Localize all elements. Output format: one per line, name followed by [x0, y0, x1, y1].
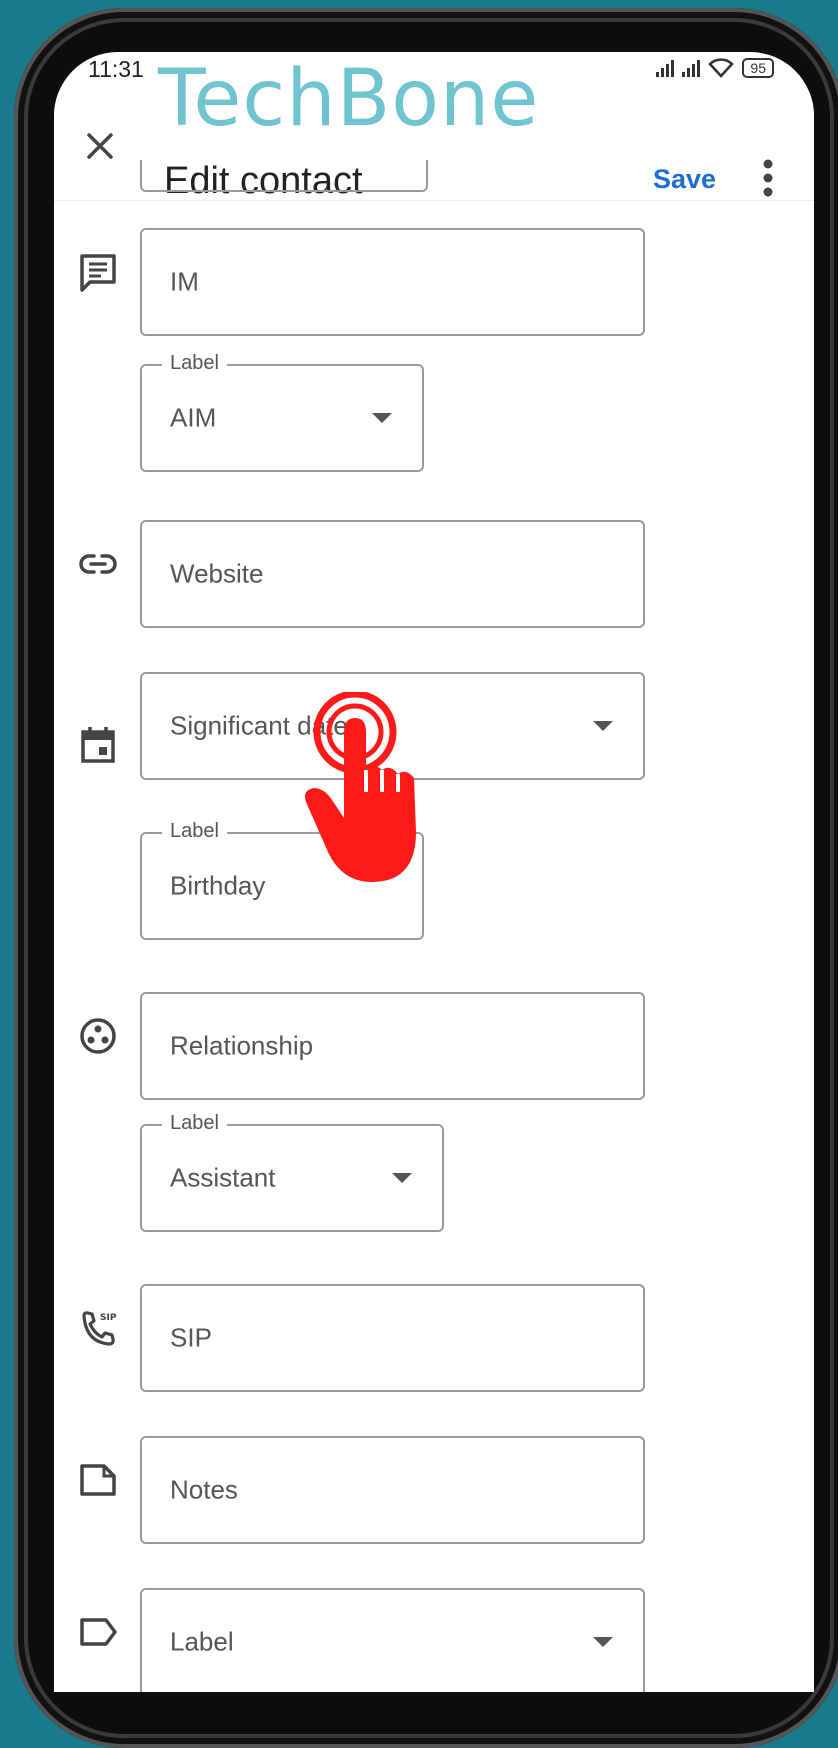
website-field[interactable]: Website — [140, 520, 645, 628]
label-tag-icon — [80, 1618, 117, 1646]
im-label-dropdown[interactable]: Label AIM — [140, 352, 424, 472]
relationship-field[interactable]: Relationship — [140, 992, 645, 1100]
dropdown-arrow-icon — [392, 1173, 412, 1183]
wifi-icon — [708, 58, 735, 78]
label-placeholder: Label — [170, 1626, 234, 1657]
dropdown-arrow-icon — [593, 721, 613, 731]
svg-text:SIP: SIP — [100, 1313, 117, 1323]
calendar-icon — [81, 727, 115, 763]
website-placeholder: Website — [170, 558, 264, 589]
tap-gesture-icon — [305, 692, 416, 882]
signal-icon — [656, 59, 675, 77]
signal-icon — [682, 59, 701, 77]
label-dropdown[interactable]: Label — [140, 1588, 645, 1692]
sip-field[interactable]: SIP — [140, 1284, 645, 1392]
im-field[interactable]: IM — [140, 228, 645, 336]
close-icon[interactable] — [80, 126, 120, 166]
im-label-legend: Label — [162, 352, 227, 375]
relationship-placeholder: Relationship — [170, 1030, 314, 1061]
partial-field — [140, 160, 428, 192]
im-label-value: AIM — [170, 402, 217, 433]
dropdown-arrow-icon — [372, 413, 392, 423]
date-label-legend: Label — [162, 820, 227, 843]
link-icon — [79, 554, 117, 574]
save-button[interactable]: Save — [653, 164, 716, 195]
battery-icon: 95 — [742, 58, 774, 78]
sip-phone-icon: SIP — [82, 1311, 117, 1346]
relationship-icon — [80, 1018, 116, 1054]
message-icon — [80, 254, 116, 292]
relationship-label-legend: Label — [162, 1112, 227, 1135]
more-options-icon[interactable] — [762, 158, 774, 198]
watermark: TechBone — [158, 54, 540, 144]
relationship-label-value: Assistant — [170, 1162, 276, 1193]
status-time: 11:31 — [88, 56, 144, 82]
notes-icon — [80, 1464, 116, 1496]
relationship-label-dropdown[interactable]: Label Assistant — [140, 1112, 444, 1232]
screen: 11:31 95 Edit contact Save TechBone IM L… — [54, 52, 814, 1692]
sip-placeholder: SIP — [170, 1322, 212, 1353]
im-placeholder: IM — [170, 266, 199, 297]
dropdown-arrow-icon — [593, 1637, 613, 1647]
date-label-value: Birthday — [170, 870, 266, 901]
status-icons: 95 — [656, 58, 774, 78]
notes-placeholder: Notes — [170, 1474, 238, 1505]
notes-field[interactable]: Notes — [140, 1436, 645, 1544]
